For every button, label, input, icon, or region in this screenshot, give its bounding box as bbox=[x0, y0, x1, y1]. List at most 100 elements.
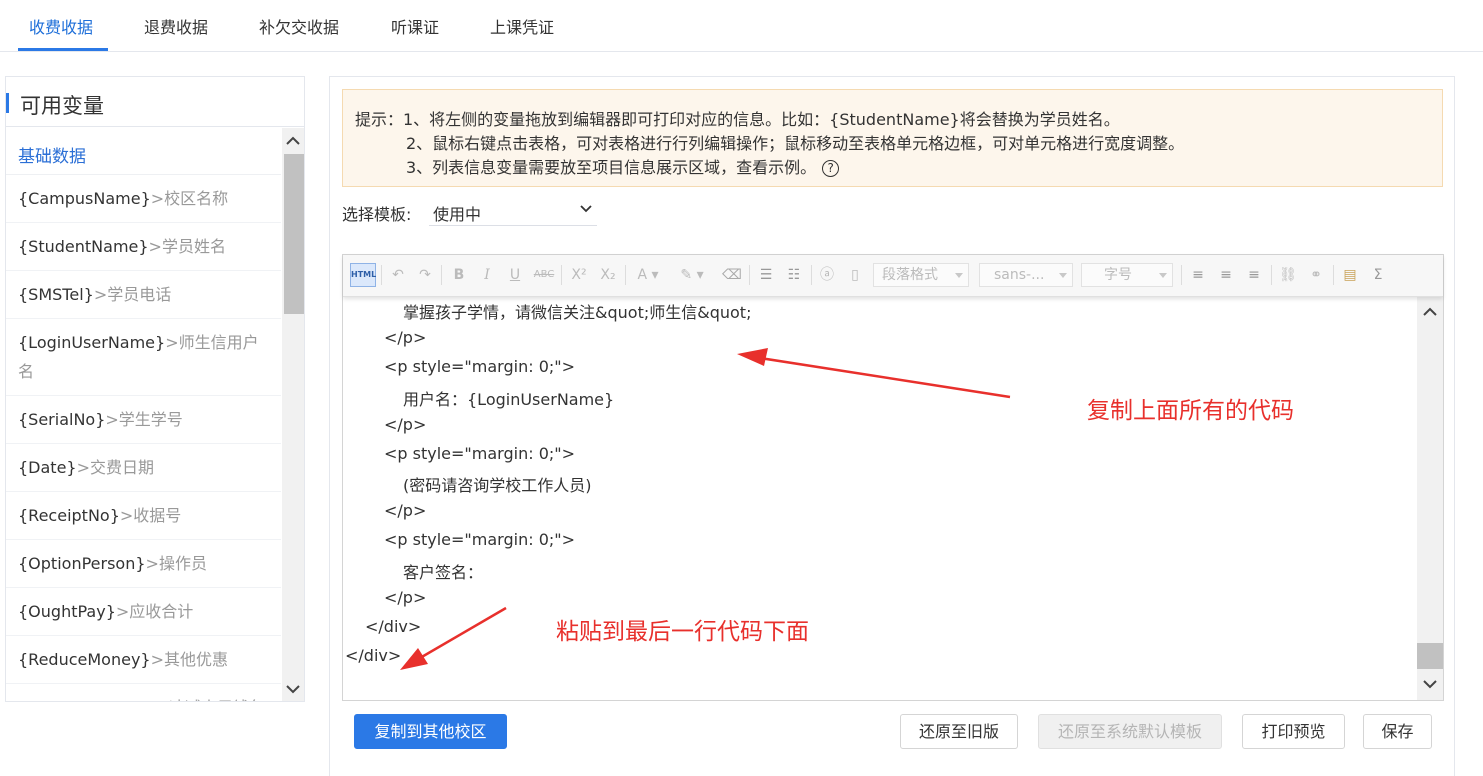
editor-scrollbar[interactable] bbox=[1417, 297, 1443, 700]
title-accent-bar bbox=[6, 93, 9, 113]
editor-scroll-thumb[interactable] bbox=[1417, 643, 1443, 669]
tab-refund-receipt[interactable]: 退费收据 bbox=[144, 14, 208, 38]
unlink-icon[interactable]: ⚭ bbox=[1305, 264, 1327, 286]
variables-panel: 可用变量 基础数据 {CampusName}>校区名称 {StudentName}… bbox=[5, 76, 305, 702]
restore-old-version-button[interactable]: 还原至旧版 bbox=[900, 714, 1018, 749]
code-line: (密码请咨询学校工作人员) bbox=[403, 476, 592, 496]
variable-code: {LoginUserName} bbox=[18, 333, 166, 352]
variable-code: {CampusName} bbox=[18, 189, 151, 208]
variable-item[interactable]: {CampusName}>校区名称 bbox=[6, 175, 281, 223]
variable-code: {SerialNo} bbox=[18, 410, 106, 429]
toolbar-divider bbox=[749, 265, 750, 285]
bold-icon[interactable]: B bbox=[449, 264, 469, 286]
redo-icon[interactable]: ↷ bbox=[415, 264, 435, 286]
toolbar-divider bbox=[561, 265, 562, 285]
tab-bar: 收费收据 退费收据 补欠交收据 听课证 上课凭证 bbox=[0, 0, 1483, 52]
variable-item[interactable]: {ReserveMoney}>冲减电子钱包/计加以往欠交金额 bbox=[6, 684, 281, 701]
dropdown-arrow-icon bbox=[1159, 273, 1167, 278]
save-button[interactable]: 保存 bbox=[1363, 714, 1432, 749]
variable-code: {ReserveMoney} bbox=[18, 698, 156, 701]
template-editor[interactable]: HTML ↶ ↷ B I U ABC X² X₂ A ▾ ✎ ▾ ⌫ ☰ ☷ ⓐ… bbox=[342, 254, 1444, 701]
eraser-icon[interactable]: ⌫ bbox=[721, 264, 743, 286]
tab-class-voucher[interactable]: 上课凭证 bbox=[490, 14, 554, 38]
variable-item[interactable]: {SerialNo}>学生学号 bbox=[6, 396, 281, 444]
dropdown-arrow-icon bbox=[955, 273, 963, 278]
variable-item[interactable]: {LoginUserName}>师生信用户名 bbox=[6, 319, 281, 396]
strikethrough-icon[interactable]: ABC bbox=[533, 264, 555, 286]
code-line: 用户名：{LoginUserName} bbox=[403, 389, 615, 409]
page-icon[interactable]: ▯ bbox=[845, 264, 865, 286]
variable-code: {Date} bbox=[18, 458, 77, 477]
variable-item[interactable]: {ReceiptNo}>收据号 bbox=[6, 492, 281, 540]
tip-line-2: 2、鼠标右键点击表格，可对表格进行行列编辑操作；鼠标移动至表格单元格边框，可对单… bbox=[406, 134, 1185, 153]
variable-item[interactable]: {Date}>交费日期 bbox=[6, 444, 281, 492]
code-line: <p style="margin: 0;"> bbox=[384, 356, 576, 376]
variable-item[interactable]: {OughtPay}>应收合计 bbox=[6, 588, 281, 636]
tip-line-1: 提示：1、将左侧的变量拖放到编辑器即可打印对应的信息。比如：{StudentNa… bbox=[355, 110, 1120, 129]
align-left-icon[interactable]: ≡ bbox=[1187, 264, 1209, 286]
toolbar-divider bbox=[381, 265, 382, 285]
underline-icon[interactable]: U bbox=[505, 264, 525, 286]
template-select-value: 使用中 bbox=[433, 205, 482, 224]
subscript-icon[interactable]: X₂ bbox=[597, 264, 619, 286]
ordered-list-icon[interactable]: ☰ bbox=[755, 264, 777, 286]
variable-item[interactable]: {OptionPerson}>操作员 bbox=[6, 540, 281, 588]
chevron-down-icon[interactable] bbox=[1421, 677, 1439, 691]
restore-default-template-button[interactable]: 还原至系统默认模板 bbox=[1038, 714, 1222, 749]
toolbar-divider bbox=[1181, 265, 1182, 285]
variables-scroll-thumb[interactable] bbox=[284, 154, 304, 314]
anchor-icon[interactable]: ⓐ bbox=[817, 264, 837, 286]
variable-item[interactable]: {SMSTel}>学员电话 bbox=[6, 271, 281, 319]
variable-label: >应收合计 bbox=[115, 602, 194, 621]
group-basic-data[interactable]: 基础数据 bbox=[6, 128, 281, 175]
help-icon[interactable]: ? bbox=[822, 160, 840, 177]
undo-icon[interactable]: ↶ bbox=[388, 264, 408, 286]
code-line: </p> bbox=[384, 414, 427, 434]
active-tab-indicator bbox=[18, 48, 108, 51]
image-icon[interactable]: ▤ bbox=[1339, 264, 1361, 286]
variable-code: {OptionPerson} bbox=[18, 554, 146, 573]
highlight-color-icon[interactable]: ✎ ▾ bbox=[673, 264, 711, 286]
html-source-button[interactable]: HTML bbox=[350, 263, 376, 287]
paragraph-format-select[interactable]: 段落格式 bbox=[873, 263, 969, 287]
template-select[interactable]: 使用中 bbox=[429, 196, 597, 226]
toolbar-divider bbox=[1333, 265, 1334, 285]
font-color-icon[interactable]: A ▾ bbox=[633, 264, 663, 286]
tab-class-pass[interactable]: 听课证 bbox=[391, 14, 439, 38]
variable-label: >收据号 bbox=[119, 506, 182, 525]
chevron-up-icon[interactable] bbox=[284, 134, 302, 148]
copy-to-other-campus-button[interactable]: 复制到其他校区 bbox=[354, 714, 507, 749]
italic-icon[interactable]: I bbox=[477, 264, 497, 286]
chevron-down-icon bbox=[580, 205, 592, 213]
code-line: <p style="margin: 0;"> bbox=[384, 443, 576, 463]
link-icon[interactable]: ⛓ bbox=[1277, 264, 1299, 286]
code-line: 客户签名： bbox=[403, 563, 484, 583]
variable-code: {StudentName} bbox=[18, 237, 149, 256]
toolbar-divider bbox=[1271, 265, 1272, 285]
align-center-icon[interactable]: ≡ bbox=[1215, 264, 1237, 286]
code-line: </div> bbox=[365, 616, 422, 636]
superscript-icon[interactable]: X² bbox=[568, 264, 590, 286]
tab-charge-receipt[interactable]: 收费收据 bbox=[29, 14, 93, 38]
variable-code: {OughtPay} bbox=[18, 602, 116, 621]
tip-box: 提示：1、将左侧的变量拖放到编辑器即可打印对应的信息。比如：{StudentNa… bbox=[342, 89, 1443, 187]
code-area[interactable]: 掌握孩子学情，请微信关注&quot;师生信&quot; </p> <p style=… bbox=[343, 297, 1417, 700]
variable-item[interactable]: {ReduceMoney}>其他优惠 bbox=[6, 636, 281, 684]
font-family-label: sans-... bbox=[994, 267, 1045, 283]
annotation-copy: 复制上面所有的代码 bbox=[1087, 398, 1294, 424]
chevron-up-icon[interactable] bbox=[1421, 305, 1439, 319]
variables-scrollbar[interactable] bbox=[282, 128, 304, 701]
font-size-select[interactable]: 字号 bbox=[1081, 263, 1173, 287]
unordered-list-icon[interactable]: ☷ bbox=[783, 264, 805, 286]
variable-items: {CampusName}>校区名称 {StudentName}>学员姓名 {SMST… bbox=[6, 175, 281, 701]
align-right-icon[interactable]: ≡ bbox=[1243, 264, 1265, 286]
print-preview-button[interactable]: 打印预览 bbox=[1242, 714, 1345, 749]
template-label: 选择模板: bbox=[342, 205, 412, 224]
code-line: </p> bbox=[384, 501, 427, 521]
variable-code: {SMSTel} bbox=[18, 285, 94, 304]
font-family-select[interactable]: sans-... bbox=[979, 263, 1073, 287]
sigma-icon[interactable]: Σ bbox=[1367, 264, 1389, 286]
chevron-down-icon[interactable] bbox=[284, 682, 302, 696]
variable-item[interactable]: {StudentName}>学员姓名 bbox=[6, 223, 281, 271]
tab-arrears-receipt[interactable]: 补欠交收据 bbox=[259, 14, 339, 38]
